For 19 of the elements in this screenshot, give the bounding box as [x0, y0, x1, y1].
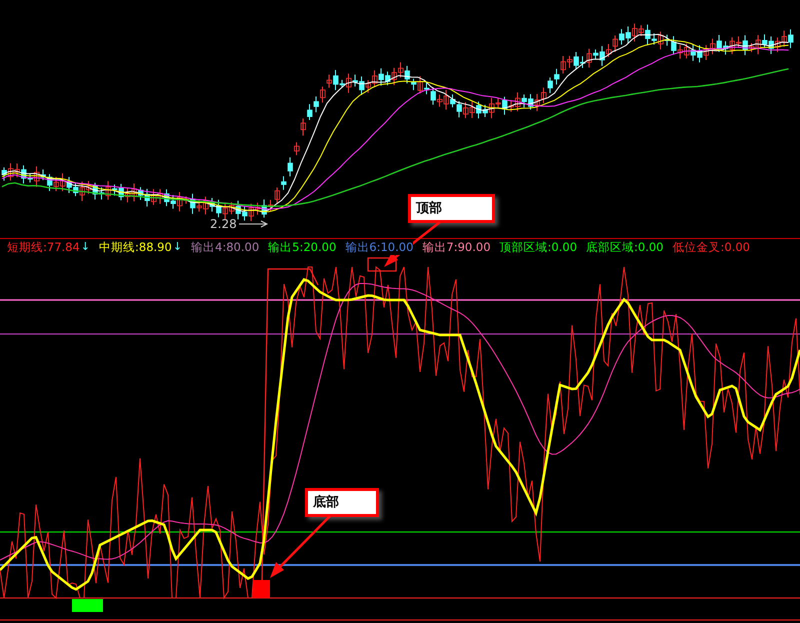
- down-arrow: ↓: [80, 240, 90, 254]
- arrow-icon: [238, 220, 269, 228]
- signal-block: [253, 580, 270, 598]
- signal-block: [72, 599, 103, 612]
- indicator-value: 底部区域:0.00: [586, 240, 664, 254]
- indicator-value: 顶部区域:0.00: [500, 240, 578, 254]
- indicator-value: 短期线:77.84: [7, 240, 80, 254]
- highlight-frame: [367, 257, 397, 272]
- pointer-arrow: [270, 515, 331, 578]
- indicator-value: 低位金叉:0.00: [672, 240, 750, 254]
- indicator-value: 输出4:80.00: [191, 240, 260, 254]
- price-low-label: 2.28: [210, 217, 237, 231]
- callout-label: 底部: [305, 488, 379, 517]
- indicator-value: 输出7:90.00: [422, 240, 491, 254]
- indicator-value: 输出6:10.00: [345, 240, 414, 254]
- indicator-value: 中期线:88.90: [99, 240, 172, 254]
- down-arrow: ↓: [172, 240, 182, 254]
- indicator-value: 输出5:20.00: [268, 240, 336, 254]
- callout-label: 顶部: [408, 194, 495, 223]
